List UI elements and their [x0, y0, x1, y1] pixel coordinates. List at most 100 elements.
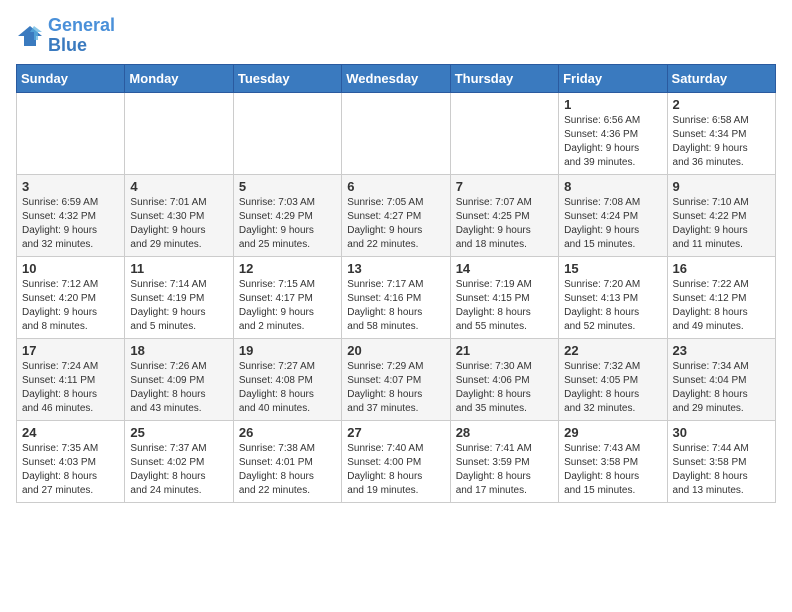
calendar-cell: 10 Sunrise: 7:12 AM Sunset: 4:20 PM Dayli…	[17, 256, 125, 338]
calendar-cell	[17, 92, 125, 174]
calendar-cell: 21 Sunrise: 7:30 AM Sunset: 4:06 PM Dayli…	[450, 338, 558, 420]
calendar-cell: 4Sunrise: 7:01 AM Sunset: 4:30 PM Daylig…	[125, 174, 233, 256]
calendar-cell	[233, 92, 341, 174]
calendar-cell: 28 Sunrise: 7:41 AM Sunset: 3:59 PM Dayli…	[450, 420, 558, 502]
day-info: Sunrise: 7:17 AM Sunset: 4:16 PM Dayligh…	[347, 278, 444, 334]
day-info: Sunrise: 7:40 AM Sunset: 4:00 PM Dayligh…	[347, 442, 444, 498]
day-info: Sunrise: 7:41 AM Sunset: 3:59 PM Dayligh…	[456, 442, 553, 498]
calendar-cell: 24 Sunrise: 7:35 AM Sunset: 4:03 PM Dayli…	[17, 420, 125, 502]
day-info: Sunrise: 7:38 AM Sunset: 4:01 PM Dayligh…	[239, 442, 336, 498]
day-info: Sunrise: 6:59 AM Sunset: 4:32 PM Dayligh…	[22, 196, 119, 252]
day-info: Sunrise: 7:37 AM Sunset: 4:02 PM Dayligh…	[130, 442, 227, 498]
day-number: 28	[456, 425, 553, 440]
day-number: 12	[239, 261, 336, 276]
day-number: 1	[564, 97, 661, 112]
day-number: 13	[347, 261, 444, 276]
calendar-cell: 27 Sunrise: 7:40 AM Sunset: 4:00 PM Dayli…	[342, 420, 450, 502]
day-info: Sunrise: 7:15 AM Sunset: 4:17 PM Dayligh…	[239, 278, 336, 334]
day-info: Sunrise: 7:07 AM Sunset: 4:25 PM Dayligh…	[456, 196, 553, 252]
day-number: 26	[239, 425, 336, 440]
day-number: 17	[22, 343, 119, 358]
calendar-cell: 9 Sunrise: 7:10 AM Sunset: 4:22 PM Daylig…	[667, 174, 775, 256]
day-info: Sunrise: 7:24 AM Sunset: 4:11 PM Dayligh…	[22, 360, 119, 416]
day-number: 5	[239, 179, 336, 194]
day-info: Sunrise: 7:30 AM Sunset: 4:06 PM Dayligh…	[456, 360, 553, 416]
calendar-week-row: 17 Sunrise: 7:24 AM Sunset: 4:11 PM Dayli…	[17, 338, 776, 420]
day-number: 16	[673, 261, 770, 276]
day-info: Sunrise: 7:10 AM Sunset: 4:22 PM Dayligh…	[673, 196, 770, 252]
calendar-cell	[125, 92, 233, 174]
day-info: Sunrise: 7:22 AM Sunset: 4:12 PM Dayligh…	[673, 278, 770, 334]
calendar-cell: 5 Sunrise: 7:03 AM Sunset: 4:29 PM Daylig…	[233, 174, 341, 256]
day-info: Sunrise: 7:34 AM Sunset: 4:04 PM Dayligh…	[673, 360, 770, 416]
calendar-week-row: 24 Sunrise: 7:35 AM Sunset: 4:03 PM Dayli…	[17, 420, 776, 502]
day-info: Sunrise: 7:20 AM Sunset: 4:13 PM Dayligh…	[564, 278, 661, 334]
day-number: 6	[347, 179, 444, 194]
day-info: Sunrise: 7:32 AM Sunset: 4:05 PM Dayligh…	[564, 360, 661, 416]
calendar-cell: 26 Sunrise: 7:38 AM Sunset: 4:01 PM Dayli…	[233, 420, 341, 502]
day-of-week-header: Thursday	[450, 64, 558, 92]
calendar-table: SundayMondayTuesdayWednesdayThursdayFrid…	[16, 64, 776, 503]
day-number: 2	[673, 97, 770, 112]
calendar-cell: 29 Sunrise: 7:43 AM Sunset: 3:58 PM Dayli…	[559, 420, 667, 502]
calendar-cell: 3 Sunrise: 6:59 AM Sunset: 4:32 PM Daylig…	[17, 174, 125, 256]
day-info: Sunrise: 6:58 AM Sunset: 4:34 PM Dayligh…	[673, 114, 770, 170]
day-info: Sunrise: 7:29 AM Sunset: 4:07 PM Dayligh…	[347, 360, 444, 416]
day-number: 29	[564, 425, 661, 440]
day-number: 21	[456, 343, 553, 358]
calendar-cell	[450, 92, 558, 174]
calendar-week-row: 10 Sunrise: 7:12 AM Sunset: 4:20 PM Dayli…	[17, 256, 776, 338]
day-info: Sunrise: 7:27 AM Sunset: 4:08 PM Dayligh…	[239, 360, 336, 416]
day-number: 15	[564, 261, 661, 276]
logo: General Blue	[16, 16, 115, 56]
day-of-week-header: Saturday	[667, 64, 775, 92]
day-number: 7	[456, 179, 553, 194]
day-info: Sunrise: 7:12 AM Sunset: 4:20 PM Dayligh…	[22, 278, 119, 334]
day-number: 4	[130, 179, 227, 194]
logo-icon	[16, 22, 44, 50]
calendar-header-row: SundayMondayTuesdayWednesdayThursdayFrid…	[17, 64, 776, 92]
calendar-cell: 15 Sunrise: 7:20 AM Sunset: 4:13 PM Dayli…	[559, 256, 667, 338]
calendar-cell: 8Sunrise: 7:08 AM Sunset: 4:24 PM Daylig…	[559, 174, 667, 256]
day-number: 3	[22, 179, 119, 194]
day-number: 25	[130, 425, 227, 440]
day-info: Sunrise: 7:14 AM Sunset: 4:19 PM Dayligh…	[130, 278, 227, 334]
day-info: Sunrise: 7:05 AM Sunset: 4:27 PM Dayligh…	[347, 196, 444, 252]
calendar-cell: 20 Sunrise: 7:29 AM Sunset: 4:07 PM Dayli…	[342, 338, 450, 420]
day-number: 30	[673, 425, 770, 440]
day-number: 10	[22, 261, 119, 276]
logo-text: General Blue	[48, 16, 115, 56]
day-of-week-header: Monday	[125, 64, 233, 92]
day-info: Sunrise: 7:08 AM Sunset: 4:24 PM Dayligh…	[564, 196, 661, 252]
day-number: 19	[239, 343, 336, 358]
calendar-week-row: 1 Sunrise: 6:56 AM Sunset: 4:36 PM Daylig…	[17, 92, 776, 174]
day-of-week-header: Tuesday	[233, 64, 341, 92]
day-number: 22	[564, 343, 661, 358]
day-info: Sunrise: 7:43 AM Sunset: 3:58 PM Dayligh…	[564, 442, 661, 498]
day-number: 24	[22, 425, 119, 440]
day-info: Sunrise: 6:56 AM Sunset: 4:36 PM Dayligh…	[564, 114, 661, 170]
calendar-cell: 19 Sunrise: 7:27 AM Sunset: 4:08 PM Dayli…	[233, 338, 341, 420]
calendar-cell: 12 Sunrise: 7:15 AM Sunset: 4:17 PM Dayli…	[233, 256, 341, 338]
calendar-cell: 6 Sunrise: 7:05 AM Sunset: 4:27 PM Daylig…	[342, 174, 450, 256]
day-number: 27	[347, 425, 444, 440]
day-of-week-header: Friday	[559, 64, 667, 92]
day-info: Sunrise: 7:35 AM Sunset: 4:03 PM Dayligh…	[22, 442, 119, 498]
day-number: 9	[673, 179, 770, 194]
day-info: Sunrise: 7:19 AM Sunset: 4:15 PM Dayligh…	[456, 278, 553, 334]
day-number: 18	[130, 343, 227, 358]
calendar-cell: 23 Sunrise: 7:34 AM Sunset: 4:04 PM Dayli…	[667, 338, 775, 420]
day-info: Sunrise: 7:03 AM Sunset: 4:29 PM Dayligh…	[239, 196, 336, 252]
calendar-week-row: 3 Sunrise: 6:59 AM Sunset: 4:32 PM Daylig…	[17, 174, 776, 256]
day-number: 23	[673, 343, 770, 358]
calendar-cell: 17 Sunrise: 7:24 AM Sunset: 4:11 PM Dayli…	[17, 338, 125, 420]
day-number: 20	[347, 343, 444, 358]
calendar-cell: 2 Sunrise: 6:58 AM Sunset: 4:34 PM Daylig…	[667, 92, 775, 174]
calendar-cell	[342, 92, 450, 174]
page-header: General Blue	[16, 16, 776, 56]
calendar-cell: 13 Sunrise: 7:17 AM Sunset: 4:16 PM Dayli…	[342, 256, 450, 338]
day-of-week-header: Sunday	[17, 64, 125, 92]
calendar-cell: 22 Sunrise: 7:32 AM Sunset: 4:05 PM Dayli…	[559, 338, 667, 420]
calendar-cell: 25 Sunrise: 7:37 AM Sunset: 4:02 PM Dayli…	[125, 420, 233, 502]
day-number: 11	[130, 261, 227, 276]
